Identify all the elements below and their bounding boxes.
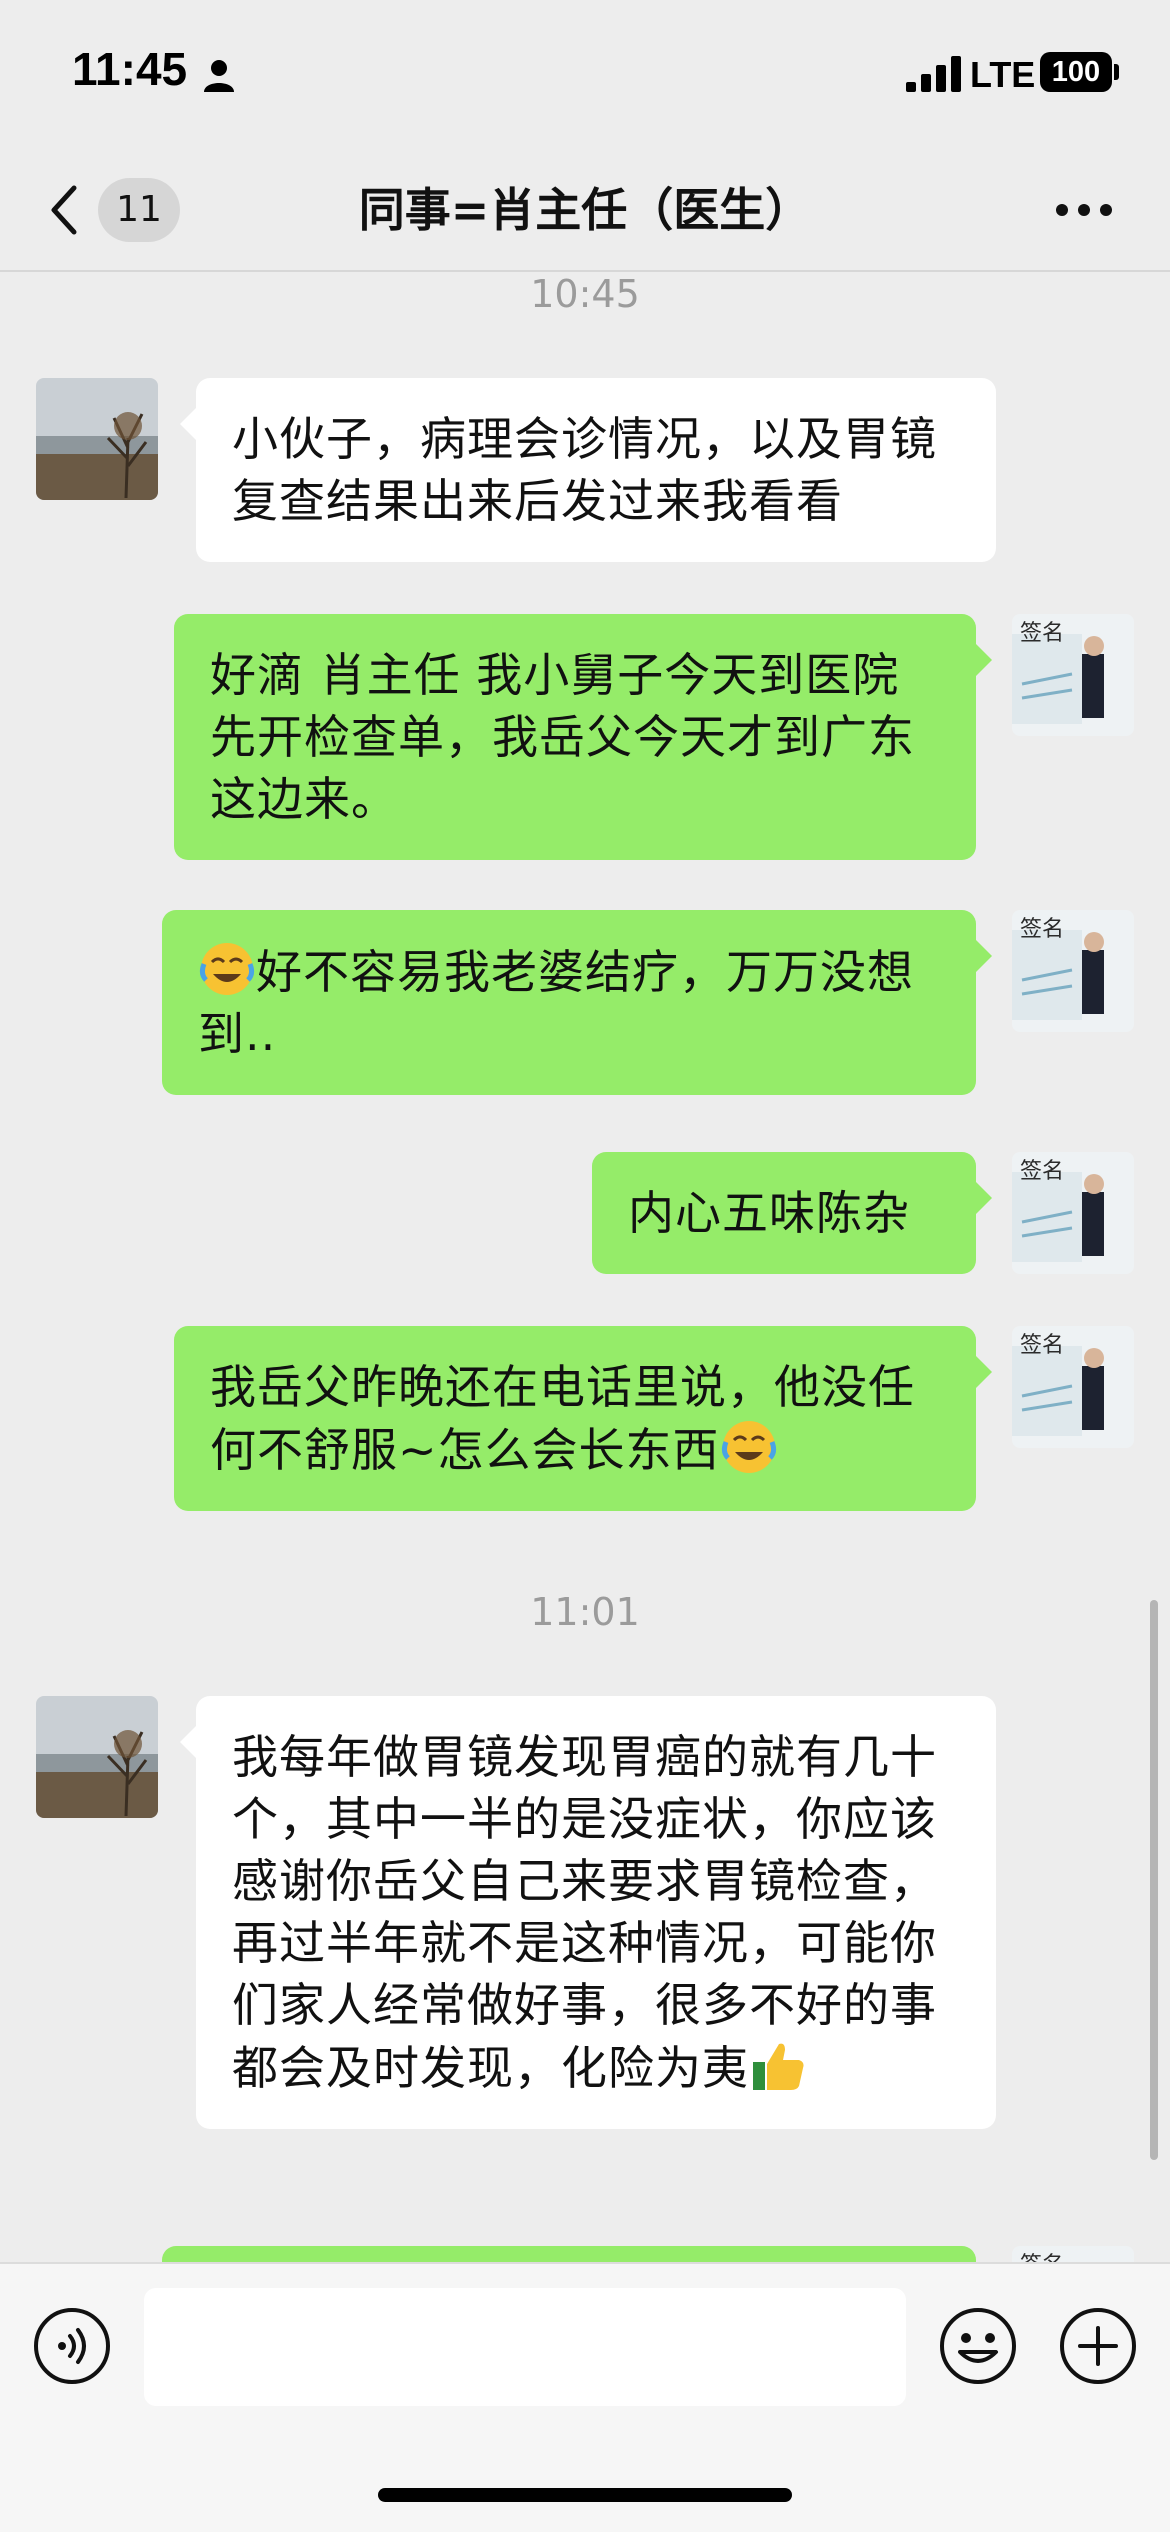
bubble-tail xyxy=(976,1182,992,1214)
message-input[interactable] xyxy=(144,2288,906,2406)
my-avatar[interactable]: 签名 xyxy=(1012,1326,1134,1448)
status-bar: 11:45 LTE 100 xyxy=(0,0,1170,150)
message-text: 好不容易我老婆结疗，万万没想到.. xyxy=(198,945,914,1061)
signal-icon xyxy=(906,56,961,92)
chat-message-list[interactable]: 10:45 小伙子，病理会诊情况，以及胃镜复查结果出来后发过来我看看 签名 好滴… xyxy=(0,272,1170,2262)
plus-icon[interactable] xyxy=(1058,2306,1138,2386)
voice-input-icon[interactable] xyxy=(32,2306,112,2386)
svg-text:签名: 签名 xyxy=(1020,1333,1064,1358)
chat-scrollbar[interactable] xyxy=(1150,1600,1158,2160)
more-options-icon[interactable] xyxy=(1054,200,1114,220)
crying-laughing-emoji-icon xyxy=(199,943,255,995)
my-avatar[interactable]: 签名 xyxy=(1012,2246,1134,2262)
emoji-picker-icon[interactable] xyxy=(938,2306,1018,2386)
my-avatar[interactable]: 签名 xyxy=(1012,614,1134,736)
contact-avatar[interactable] xyxy=(36,1696,158,1818)
my-avatar[interactable]: 签名 xyxy=(1012,1152,1134,1274)
incoming-message[interactable]: 我每年做胃镜发现胃癌的就有几十个，其中一半的是没症状，你应该感谢你岳父自己来要求… xyxy=(196,1696,996,2129)
outgoing-message[interactable]: 我岳父昨晚还在电话里说，他没任何不舒服~怎么会长东西 xyxy=(174,1326,976,1511)
svg-text:签名: 签名 xyxy=(1020,621,1064,646)
bubble-tail xyxy=(976,644,992,676)
battery-icon: 100 xyxy=(1040,52,1112,92)
person-icon xyxy=(204,60,234,92)
bubble-tail xyxy=(180,1726,196,1758)
outgoing-message[interactable] xyxy=(162,2246,976,2262)
svg-text:签名: 签名 xyxy=(1020,917,1064,942)
message-timestamp: 11:01 xyxy=(530,1590,640,1634)
svg-text:签名: 签名 xyxy=(1020,1159,1064,1184)
incoming-message[interactable]: 小伙子，病理会诊情况，以及胃镜复查结果出来后发过来我看看 xyxy=(196,378,996,562)
message-text: 好滴 肖主任 我小舅子今天到医院先开检查单，我岳父今天才到广东这边来。 xyxy=(210,648,915,826)
network-type: LTE xyxy=(970,54,1036,95)
message-input-bar xyxy=(0,2262,1170,2532)
message-text: 内心五味陈杂 xyxy=(628,1186,910,1240)
contact-avatar[interactable] xyxy=(36,378,158,500)
bubble-tail xyxy=(976,940,992,972)
chat-header: 11 同事=肖主任（医生） xyxy=(0,150,1170,272)
status-time: 11:45 xyxy=(72,43,188,95)
message-text: 小伙子，病理会诊情况，以及胃镜复查结果出来后发过来我看看 xyxy=(232,412,937,528)
battery-level: 100 xyxy=(1051,56,1101,88)
outgoing-message[interactable]: 好不容易我老婆结疗，万万没想到.. xyxy=(162,910,976,1095)
bubble-tail xyxy=(180,408,196,440)
thumbs-up-emoji-icon xyxy=(753,2043,804,2090)
my-avatar[interactable]: 签名 xyxy=(1012,910,1134,1032)
message-text: 我每年做胃镜发现胃癌的就有几十个，其中一半的是没症状，你应该感谢你岳父自己来要求… xyxy=(232,1730,937,2095)
battery-tip xyxy=(1114,64,1119,80)
chat-title: 同事=肖主任（医生） xyxy=(358,183,812,237)
svg-text:签名: 签名 xyxy=(1020,2253,1064,2262)
outgoing-message[interactable]: 好滴 肖主任 我小舅子今天到医院先开检查单，我岳父今天才到广东这边来。 xyxy=(174,614,976,860)
message-timestamp: 10:45 xyxy=(530,272,640,316)
home-indicator[interactable] xyxy=(378,2488,792,2502)
outgoing-message[interactable]: 内心五味陈杂 xyxy=(592,1152,976,1274)
message-text: 我岳父昨晚还在电话里说，他没任何不舒服~怎么会长东西 xyxy=(210,1360,915,1477)
crying-laughing-emoji-icon xyxy=(721,1421,776,1473)
bubble-tail xyxy=(976,1356,992,1388)
